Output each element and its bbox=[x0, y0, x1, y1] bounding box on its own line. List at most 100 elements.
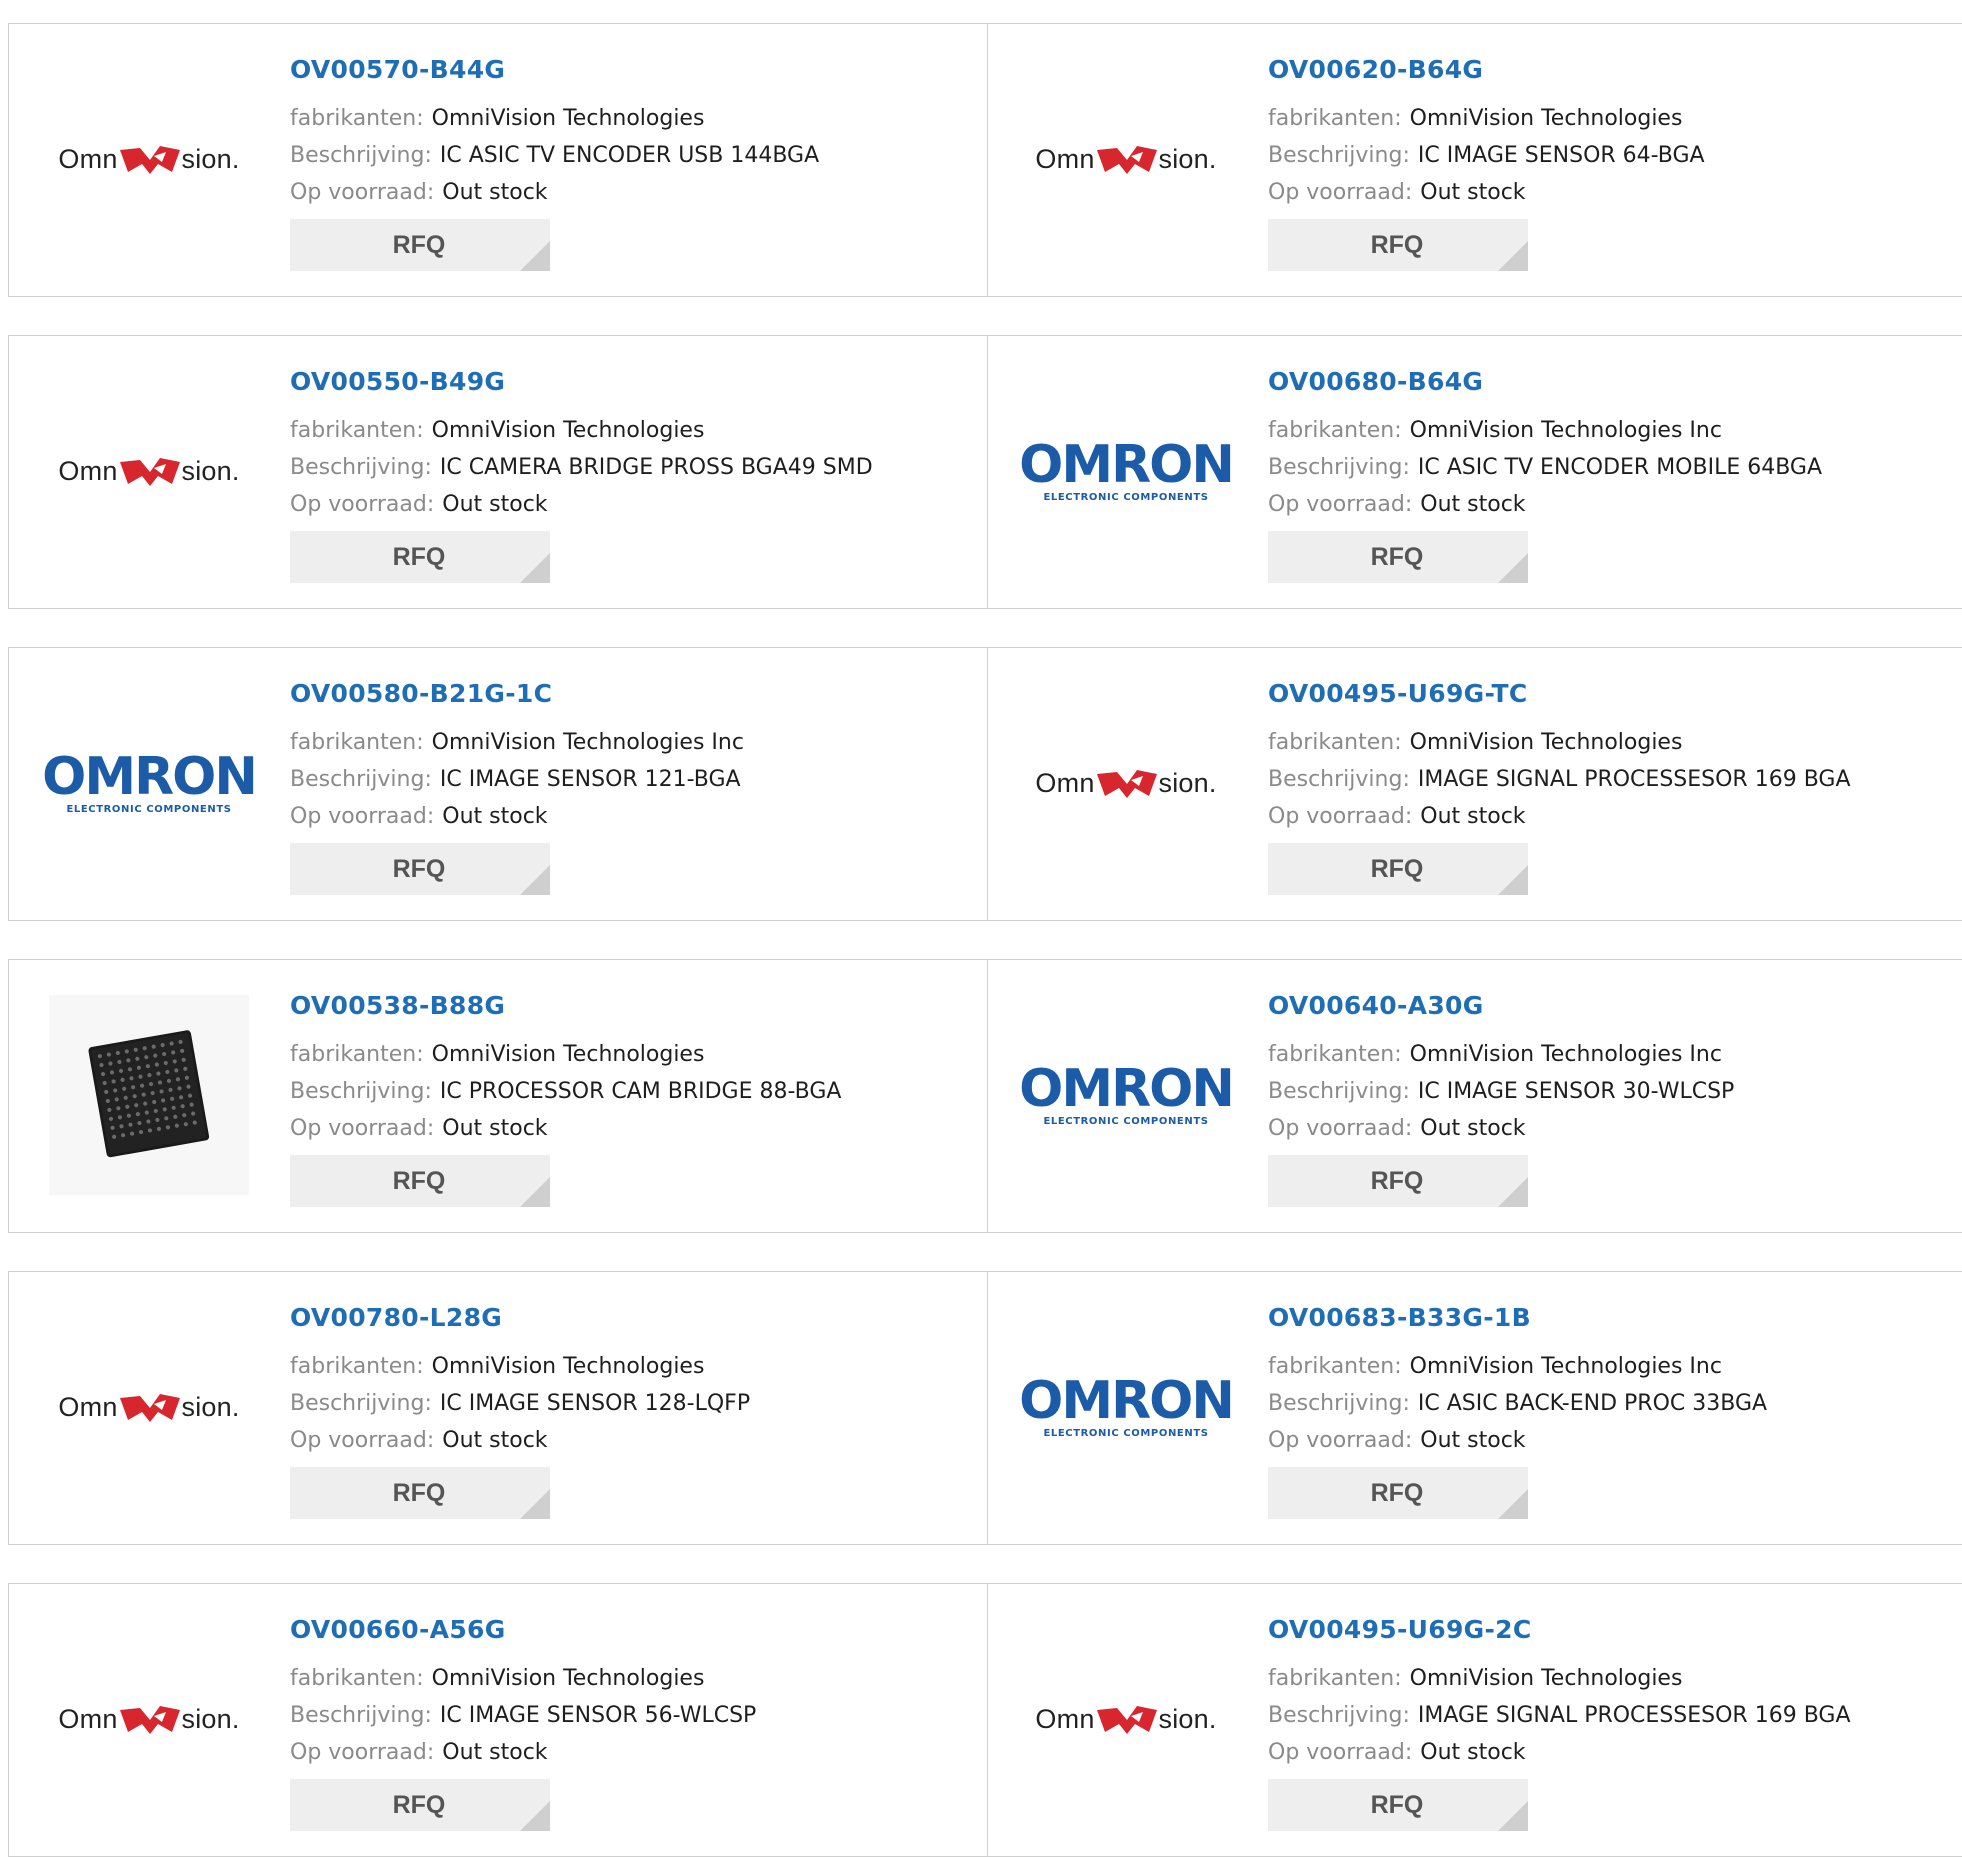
manufacturer-logo: Omn sion. bbox=[49, 1619, 249, 1819]
omnivision-logo-right: sion bbox=[1158, 767, 1209, 798]
rfq-button-label: RFQ bbox=[1370, 1790, 1424, 1819]
part-number-link[interactable]: OV00495-U69G-TC bbox=[1268, 678, 1851, 710]
rfq-button[interactable]: RFQ bbox=[290, 843, 550, 895]
description-value: IC IMAGE SENSOR 30-WLCSP bbox=[1417, 1079, 1735, 1104]
description-line: Beschrijving: IC CAMERA BRIDGE PROSS BGA4… bbox=[290, 449, 873, 486]
omnivision-eye-icon bbox=[1096, 770, 1157, 798]
product-card: Omn sion. OV00495-U69G-TC fabrikanten: OmniV… bbox=[988, 648, 1962, 920]
stock-value: Out stock bbox=[442, 492, 548, 517]
omron-logo-subtitle: ELECTRONIC COMPONENTS bbox=[1043, 491, 1209, 503]
rfq-button[interactable]: RFQ bbox=[1268, 219, 1528, 271]
product-row: Omn sion. OV00780-L28G fabrikanten: OmniVisi… bbox=[8, 1271, 1962, 1545]
rfq-button[interactable]: RFQ bbox=[290, 1779, 550, 1831]
manufacturer-label: fabrikanten: bbox=[290, 730, 424, 755]
part-number-link[interactable]: OV00495-U69G-2C bbox=[1268, 1614, 1851, 1646]
product-row: OV00538-B88G fabrikanten: OmniVision Techn… bbox=[8, 959, 1962, 1233]
rfq-corner-decoration bbox=[520, 865, 550, 895]
product-row: Omn sion. OV00570-B44G fabrikanten: OmniVisi… bbox=[8, 23, 1962, 297]
omron-logo-word: OMRON bbox=[1019, 434, 1235, 495]
part-number-link[interactable]: OV00550-B49G bbox=[290, 366, 873, 398]
rfq-corner-decoration bbox=[1498, 1801, 1528, 1831]
part-number-link[interactable]: OV00538-B88G bbox=[290, 990, 841, 1022]
part-number-link[interactable]: OV00640-A30G bbox=[1268, 990, 1734, 1022]
description-line: Beschrijving: IC IMAGE SENSOR 56-WLCSP bbox=[290, 1697, 756, 1734]
manufacturer-label: fabrikanten: bbox=[1268, 1042, 1402, 1067]
rfq-button[interactable]: RFQ bbox=[1268, 1779, 1528, 1831]
manufacturer-line: fabrikanten: OmniVision Technologies bbox=[290, 100, 819, 137]
rfq-button[interactable]: RFQ bbox=[1268, 1155, 1528, 1207]
rfq-button-label: RFQ bbox=[1370, 230, 1424, 259]
rfq-button[interactable]: RFQ bbox=[1268, 531, 1528, 583]
omnivision-logo-dot: . bbox=[1208, 1703, 1217, 1734]
manufacturer-logo: Omn sion. bbox=[1026, 59, 1226, 259]
description-value: IC ASIC TV ENCODER USB 144BGA bbox=[439, 143, 820, 168]
omron-logo: OMRON ELECTRONIC COMPONENTS bbox=[1019, 1063, 1235, 1127]
product-row: Omn sion. OV00660-A56G fabrikanten: OmniVisi… bbox=[8, 1583, 1962, 1857]
product-card: Omn sion. OV00495-U69G-2C fabrikanten: OmniV… bbox=[988, 1584, 1962, 1856]
omron-logo: OMRON ELECTRONIC COMPONENTS bbox=[1019, 434, 1235, 503]
rfq-button[interactable]: RFQ bbox=[1268, 843, 1528, 895]
description-line: Beschrijving: IMAGE SIGNAL PROCESSESOR 16… bbox=[1268, 761, 1851, 798]
manufacturer-line: fabrikanten: OmniVision Technologies bbox=[1268, 100, 1705, 137]
omron-logo: OMRON ELECTRONIC COMPONENTS bbox=[42, 751, 258, 815]
stock-line: Op voorraad: Out stock bbox=[1268, 1734, 1851, 1771]
chip-image bbox=[49, 995, 249, 1195]
stock-line: Op voorraad: Out stock bbox=[290, 486, 873, 523]
rfq-button[interactable]: RFQ bbox=[290, 1155, 550, 1207]
product-info: OV00495-U69G-TC fabrikanten: OmniVision Te… bbox=[1268, 678, 1851, 895]
omnivision-logo-dot: . bbox=[231, 455, 240, 486]
omron-logo-subtitle: ELECTRONIC COMPONENTS bbox=[66, 803, 232, 815]
product-info: OV00680-B64G fabrikanten: OmniVision Techn… bbox=[1268, 366, 1822, 583]
manufacturer-logo: Omn sion. bbox=[1026, 1619, 1226, 1819]
manufacturer-label: fabrikanten: bbox=[1268, 106, 1402, 131]
part-number-link[interactable]: OV00570-B44G bbox=[290, 54, 819, 86]
part-number-link[interactable]: OV00660-A56G bbox=[290, 1614, 756, 1646]
part-number-link[interactable]: OV00780-L28G bbox=[290, 1302, 750, 1334]
omnivision-logo-right: sion bbox=[181, 1391, 232, 1422]
part-number-link[interactable]: OV00680-B64G bbox=[1268, 366, 1822, 398]
omnivision-logo-dot: . bbox=[1208, 767, 1217, 798]
stock-line: Op voorraad: Out stock bbox=[1268, 798, 1851, 835]
stock-label: Op voorraad: bbox=[1268, 492, 1413, 517]
rfq-button[interactable]: RFQ bbox=[290, 1467, 550, 1519]
omnivision-logo: Omn sion. bbox=[1035, 1702, 1216, 1736]
rfq-button-label: RFQ bbox=[392, 1478, 446, 1507]
rfq-button[interactable]: RFQ bbox=[1268, 1467, 1528, 1519]
part-number-link[interactable]: OV00620-B64G bbox=[1268, 54, 1705, 86]
stock-label: Op voorraad: bbox=[290, 1428, 435, 1453]
description-line: Beschrijving: IC IMAGE SENSOR 30-WLCSP bbox=[1268, 1073, 1734, 1110]
rfq-button[interactable]: RFQ bbox=[290, 219, 550, 271]
manufacturer-value: OmniVision Technologies bbox=[431, 1666, 705, 1691]
stock-label: Op voorraad: bbox=[1268, 1740, 1413, 1765]
part-number-link[interactable]: OV00580-B21G-1C bbox=[290, 678, 744, 710]
omnivision-eye-icon bbox=[119, 1394, 180, 1422]
manufacturer-logo bbox=[49, 995, 249, 1195]
product-info: OV00780-L28G fabrikanten: OmniVision Techn… bbox=[290, 1302, 750, 1519]
manufacturer-logo: OMRON ELECTRONIC COMPONENTS bbox=[42, 683, 258, 883]
stock-value: Out stock bbox=[1420, 804, 1526, 829]
rfq-button[interactable]: RFQ bbox=[290, 531, 550, 583]
rfq-corner-decoration bbox=[520, 1801, 550, 1831]
part-number-link[interactable]: OV00683-B33G-1B bbox=[1268, 1302, 1767, 1334]
stock-label: Op voorraad: bbox=[290, 1116, 435, 1141]
manufacturer-value: OmniVision Technologies bbox=[1409, 1666, 1683, 1691]
rfq-corner-decoration bbox=[1498, 1489, 1528, 1519]
manufacturer-line: fabrikanten: OmniVision Technologies bbox=[1268, 1660, 1851, 1697]
manufacturer-value: OmniVision Technologies Inc bbox=[1409, 1042, 1722, 1067]
description-value: IC IMAGE SENSOR 64-BGA bbox=[1417, 143, 1705, 168]
manufacturer-line: fabrikanten: OmniVision Technologies bbox=[290, 412, 873, 449]
stock-line: Op voorraad: Out stock bbox=[1268, 1110, 1734, 1147]
rfq-corner-decoration bbox=[520, 553, 550, 583]
omnivision-logo-right: sion bbox=[181, 143, 232, 174]
stock-label: Op voorraad: bbox=[290, 180, 435, 205]
description-label: Beschrijving: bbox=[1268, 1703, 1410, 1728]
rfq-corner-decoration bbox=[520, 1177, 550, 1207]
manufacturer-logo: Omn sion. bbox=[49, 371, 249, 571]
description-label: Beschrijving: bbox=[290, 143, 432, 168]
product-info: OV00495-U69G-2C fabrikanten: OmniVision Te… bbox=[1268, 1614, 1851, 1831]
manufacturer-label: fabrikanten: bbox=[290, 106, 424, 131]
rfq-button-label: RFQ bbox=[1370, 1166, 1424, 1195]
manufacturer-line: fabrikanten: OmniVision Technologies Inc bbox=[1268, 1348, 1767, 1385]
manufacturer-line: fabrikanten: OmniVision Technologies bbox=[1268, 724, 1851, 761]
manufacturer-logo: Omn sion. bbox=[49, 59, 249, 259]
